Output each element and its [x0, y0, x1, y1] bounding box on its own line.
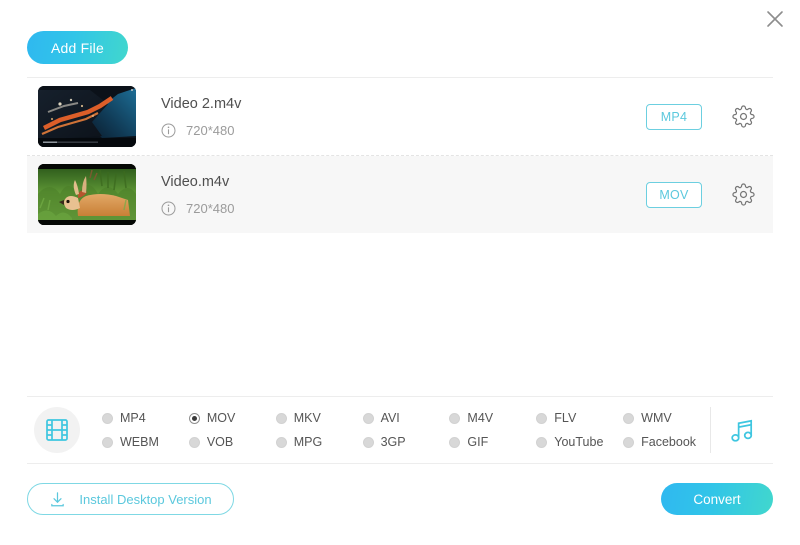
radio-dot	[623, 436, 635, 448]
install-desktop-version-button[interactable]: Install Desktop Version	[27, 483, 234, 515]
file-thumbnail[interactable]	[38, 164, 136, 225]
radio-dot	[449, 412, 461, 424]
format-label: MOV	[206, 411, 236, 425]
format-selection-panel: MP4 MOV MKV AVI M4V FLV WMV WEBM VOB MPG…	[27, 396, 773, 464]
install-button-label: Install Desktop Version	[79, 491, 212, 507]
format-label: Facebook	[641, 435, 697, 449]
file-subinfo: 720*480	[161, 123, 646, 138]
format-option-webm[interactable]: WEBM	[102, 430, 189, 454]
file-settings-button[interactable]	[727, 179, 759, 211]
radio-dot	[102, 436, 113, 448]
radio-dot	[536, 436, 548, 448]
deer-in-grass-icon	[38, 164, 136, 225]
format-radio-grid: MP4 MOV MKV AVI M4V FLV WMV WEBM VOB MPG…	[102, 406, 710, 454]
audio-format-tab[interactable]	[711, 417, 773, 444]
format-option-mpg[interactable]: MPG	[275, 430, 363, 454]
format-option-flv[interactable]: FLV	[536, 406, 623, 430]
aerial-coastline-night-icon	[38, 86, 136, 147]
music-note-icon	[730, 419, 752, 442]
file-meta: Video 2.m4v 720*480	[161, 95, 646, 138]
output-format-badge[interactable]: MOV	[646, 181, 702, 208]
table-row[interactable]: Video 2.m4v 720*480 MP4	[27, 78, 773, 156]
radio-dot	[188, 436, 200, 448]
format-label: GIF	[467, 435, 489, 449]
film-strip-icon	[46, 419, 68, 441]
radio-dot	[188, 412, 200, 424]
radio-dot	[102, 412, 113, 424]
format-label: MP4	[120, 411, 146, 425]
radio-dot	[275, 436, 287, 448]
format-option-mp4[interactable]: MP4	[102, 406, 189, 430]
format-option-avi[interactable]: AVI	[362, 406, 450, 430]
format-label: MPG	[293, 435, 323, 449]
gear-icon	[731, 105, 755, 128]
file-name: Video 2.m4v	[161, 96, 242, 112]
table-row[interactable]: Video.m4v 720*480 MOV	[27, 156, 773, 234]
info-icon[interactable]	[161, 201, 176, 216]
format-option-3gp[interactable]: 3GP	[362, 430, 450, 454]
radio-dot	[449, 436, 461, 448]
video-format-tab[interactable]	[34, 407, 80, 453]
close-icon	[767, 11, 783, 27]
file-thumbnail[interactable]	[38, 86, 136, 147]
format-option-mov[interactable]: MOV	[188, 406, 276, 430]
format-label: MKV	[293, 411, 321, 425]
format-option-gif[interactable]: GIF	[449, 430, 536, 454]
format-label: AVI	[380, 411, 400, 425]
format-option-mkv[interactable]: MKV	[275, 406, 363, 430]
radio-dot	[623, 412, 635, 424]
radio-dot	[536, 412, 548, 424]
info-icon[interactable]	[161, 123, 176, 138]
format-label: WEBM	[120, 435, 159, 449]
convert-button[interactable]: Convert	[661, 483, 773, 515]
output-format-badge[interactable]: MP4	[646, 103, 702, 130]
file-subinfo: 720*480	[161, 201, 646, 216]
format-label: M4V	[467, 411, 494, 425]
add-file-area: Add File	[27, 31, 128, 64]
format-label: 3GP	[380, 435, 406, 449]
file-resolution: 720*480	[186, 201, 235, 216]
close-window-button[interactable]	[760, 4, 790, 34]
radio-dot	[275, 412, 287, 424]
format-option-vob[interactable]: VOB	[188, 430, 276, 454]
download-icon	[51, 491, 65, 506]
radio-dot	[362, 436, 374, 448]
format-label: WMV	[641, 411, 672, 425]
format-option-youtube[interactable]: YouTube	[536, 430, 623, 454]
file-meta: Video.m4v 720*480	[161, 173, 646, 216]
format-option-wmv[interactable]: WMV	[623, 406, 710, 430]
format-option-facebook[interactable]: Facebook	[623, 430, 710, 454]
file-list: Video 2.m4v 720*480 MP4 Video.m4v 720*48…	[27, 77, 773, 234]
gear-icon	[731, 183, 755, 206]
file-settings-button[interactable]	[727, 101, 759, 133]
file-name: Video.m4v	[161, 174, 230, 190]
format-label: FLV	[554, 411, 577, 425]
file-resolution: 720*480	[186, 123, 235, 138]
radio-dot	[362, 412, 374, 424]
format-label: VOB	[206, 435, 234, 449]
format-option-m4v[interactable]: M4V	[449, 406, 536, 430]
add-file-button[interactable]: Add File	[27, 31, 128, 64]
format-label: YouTube	[554, 435, 604, 449]
